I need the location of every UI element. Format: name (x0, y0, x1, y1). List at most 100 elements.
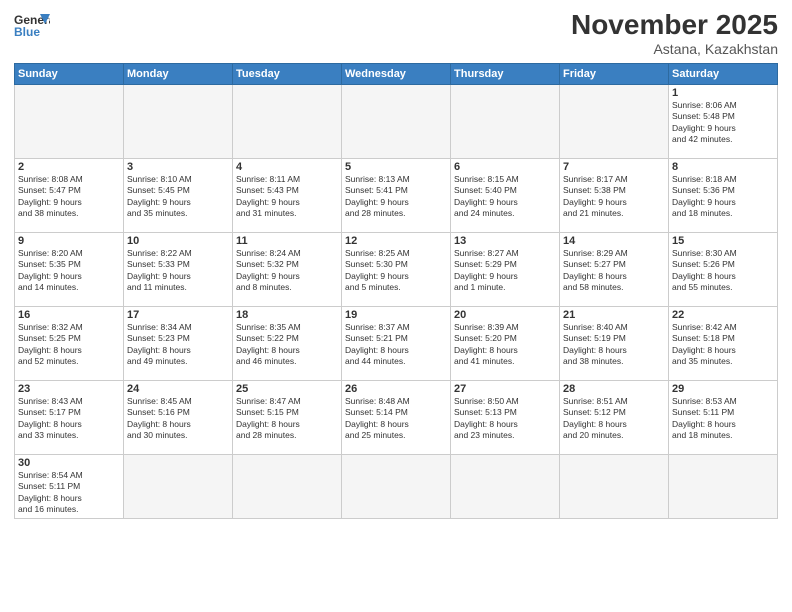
table-row (342, 454, 451, 518)
table-row: 13Sunrise: 8:27 AM Sunset: 5:29 PM Dayli… (451, 232, 560, 306)
table-row: 3Sunrise: 8:10 AM Sunset: 5:45 PM Daylig… (124, 158, 233, 232)
table-row (233, 84, 342, 158)
header-saturday: Saturday (669, 63, 778, 84)
header-wednesday: Wednesday (342, 63, 451, 84)
table-row: 30Sunrise: 8:54 AM Sunset: 5:11 PM Dayli… (15, 454, 124, 518)
day-number: 23 (18, 383, 120, 395)
day-number: 28 (563, 383, 665, 395)
table-row: 7Sunrise: 8:17 AM Sunset: 5:38 PM Daylig… (560, 158, 669, 232)
header: General Blue November 2025 Astana, Kazak… (14, 10, 778, 57)
table-row (233, 454, 342, 518)
day-number: 8 (672, 161, 774, 173)
table-row (451, 454, 560, 518)
table-row: 24Sunrise: 8:45 AM Sunset: 5:16 PM Dayli… (124, 380, 233, 454)
table-row: 28Sunrise: 8:51 AM Sunset: 5:12 PM Dayli… (560, 380, 669, 454)
day-info: Sunrise: 8:32 AM Sunset: 5:25 PM Dayligh… (18, 322, 120, 368)
table-row: 11Sunrise: 8:24 AM Sunset: 5:32 PM Dayli… (233, 232, 342, 306)
day-number: 12 (345, 235, 447, 247)
table-row: 14Sunrise: 8:29 AM Sunset: 5:27 PM Dayli… (560, 232, 669, 306)
day-info: Sunrise: 8:37 AM Sunset: 5:21 PM Dayligh… (345, 322, 447, 368)
day-number: 2 (18, 161, 120, 173)
calendar-row: 9Sunrise: 8:20 AM Sunset: 5:35 PM Daylig… (15, 232, 778, 306)
header-monday: Monday (124, 63, 233, 84)
table-row: 21Sunrise: 8:40 AM Sunset: 5:19 PM Dayli… (560, 306, 669, 380)
day-info: Sunrise: 8:54 AM Sunset: 5:11 PM Dayligh… (18, 470, 120, 516)
header-thursday: Thursday (451, 63, 560, 84)
table-row: 2Sunrise: 8:08 AM Sunset: 5:47 PM Daylig… (15, 158, 124, 232)
table-row: 15Sunrise: 8:30 AM Sunset: 5:26 PM Dayli… (669, 232, 778, 306)
day-info: Sunrise: 8:18 AM Sunset: 5:36 PM Dayligh… (672, 174, 774, 220)
day-number: 5 (345, 161, 447, 173)
day-info: Sunrise: 8:34 AM Sunset: 5:23 PM Dayligh… (127, 322, 229, 368)
day-info: Sunrise: 8:50 AM Sunset: 5:13 PM Dayligh… (454, 396, 556, 442)
calendar-row: 2Sunrise: 8:08 AM Sunset: 5:47 PM Daylig… (15, 158, 778, 232)
day-info: Sunrise: 8:06 AM Sunset: 5:48 PM Dayligh… (672, 100, 774, 146)
table-row: 10Sunrise: 8:22 AM Sunset: 5:33 PM Dayli… (124, 232, 233, 306)
day-info: Sunrise: 8:27 AM Sunset: 5:29 PM Dayligh… (454, 248, 556, 294)
table-row (342, 84, 451, 158)
table-row (560, 84, 669, 158)
day-info: Sunrise: 8:40 AM Sunset: 5:19 PM Dayligh… (563, 322, 665, 368)
subtitle: Astana, Kazakhstan (571, 41, 778, 57)
table-row (124, 454, 233, 518)
day-info: Sunrise: 8:43 AM Sunset: 5:17 PM Dayligh… (18, 396, 120, 442)
day-number: 10 (127, 235, 229, 247)
day-info: Sunrise: 8:39 AM Sunset: 5:20 PM Dayligh… (454, 322, 556, 368)
page: General Blue November 2025 Astana, Kazak… (0, 0, 792, 612)
day-number: 14 (563, 235, 665, 247)
day-info: Sunrise: 8:17 AM Sunset: 5:38 PM Dayligh… (563, 174, 665, 220)
day-number: 6 (454, 161, 556, 173)
table-row: 27Sunrise: 8:50 AM Sunset: 5:13 PM Dayli… (451, 380, 560, 454)
table-row: 4Sunrise: 8:11 AM Sunset: 5:43 PM Daylig… (233, 158, 342, 232)
table-row: 29Sunrise: 8:53 AM Sunset: 5:11 PM Dayli… (669, 380, 778, 454)
table-row: 20Sunrise: 8:39 AM Sunset: 5:20 PM Dayli… (451, 306, 560, 380)
day-info: Sunrise: 8:22 AM Sunset: 5:33 PM Dayligh… (127, 248, 229, 294)
day-number: 22 (672, 309, 774, 321)
day-info: Sunrise: 8:35 AM Sunset: 5:22 PM Dayligh… (236, 322, 338, 368)
day-info: Sunrise: 8:53 AM Sunset: 5:11 PM Dayligh… (672, 396, 774, 442)
calendar: Sunday Monday Tuesday Wednesday Thursday… (14, 63, 778, 519)
calendar-row: 1Sunrise: 8:06 AM Sunset: 5:48 PM Daylig… (15, 84, 778, 158)
day-number: 27 (454, 383, 556, 395)
day-info: Sunrise: 8:45 AM Sunset: 5:16 PM Dayligh… (127, 396, 229, 442)
day-info: Sunrise: 8:24 AM Sunset: 5:32 PM Dayligh… (236, 248, 338, 294)
day-info: Sunrise: 8:15 AM Sunset: 5:40 PM Dayligh… (454, 174, 556, 220)
day-number: 21 (563, 309, 665, 321)
table-row: 18Sunrise: 8:35 AM Sunset: 5:22 PM Dayli… (233, 306, 342, 380)
day-info: Sunrise: 8:11 AM Sunset: 5:43 PM Dayligh… (236, 174, 338, 220)
day-number: 19 (345, 309, 447, 321)
table-row: 8Sunrise: 8:18 AM Sunset: 5:36 PM Daylig… (669, 158, 778, 232)
day-info: Sunrise: 8:29 AM Sunset: 5:27 PM Dayligh… (563, 248, 665, 294)
day-info: Sunrise: 8:13 AM Sunset: 5:41 PM Dayligh… (345, 174, 447, 220)
table-row (669, 454, 778, 518)
day-number: 7 (563, 161, 665, 173)
table-row: 9Sunrise: 8:20 AM Sunset: 5:35 PM Daylig… (15, 232, 124, 306)
table-row: 17Sunrise: 8:34 AM Sunset: 5:23 PM Dayli… (124, 306, 233, 380)
day-info: Sunrise: 8:42 AM Sunset: 5:18 PM Dayligh… (672, 322, 774, 368)
day-info: Sunrise: 8:48 AM Sunset: 5:14 PM Dayligh… (345, 396, 447, 442)
day-number: 17 (127, 309, 229, 321)
day-number: 1 (672, 87, 774, 99)
day-number: 18 (236, 309, 338, 321)
weekday-header-row: Sunday Monday Tuesday Wednesday Thursday… (15, 63, 778, 84)
table-row: 12Sunrise: 8:25 AM Sunset: 5:30 PM Dayli… (342, 232, 451, 306)
logo-icon: General Blue (14, 10, 50, 40)
calendar-row: 23Sunrise: 8:43 AM Sunset: 5:17 PM Dayli… (15, 380, 778, 454)
table-row (124, 84, 233, 158)
header-tuesday: Tuesday (233, 63, 342, 84)
calendar-row: 30Sunrise: 8:54 AM Sunset: 5:11 PM Dayli… (15, 454, 778, 518)
day-number: 9 (18, 235, 120, 247)
day-number: 4 (236, 161, 338, 173)
table-row: 25Sunrise: 8:47 AM Sunset: 5:15 PM Dayli… (233, 380, 342, 454)
day-info: Sunrise: 8:25 AM Sunset: 5:30 PM Dayligh… (345, 248, 447, 294)
day-number: 3 (127, 161, 229, 173)
day-number: 15 (672, 235, 774, 247)
day-number: 13 (454, 235, 556, 247)
table-row (560, 454, 669, 518)
header-sunday: Sunday (15, 63, 124, 84)
table-row: 23Sunrise: 8:43 AM Sunset: 5:17 PM Dayli… (15, 380, 124, 454)
day-number: 16 (18, 309, 120, 321)
title-block: November 2025 Astana, Kazakhstan (571, 10, 778, 57)
calendar-row: 16Sunrise: 8:32 AM Sunset: 5:25 PM Dayli… (15, 306, 778, 380)
logo: General Blue (14, 10, 50, 40)
